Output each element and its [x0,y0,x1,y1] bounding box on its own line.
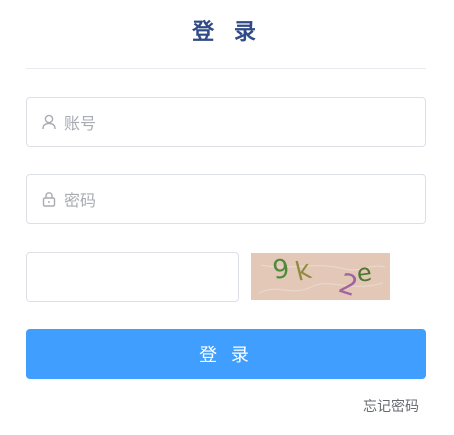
title-divider [26,68,426,69]
password-field[interactable]: 密码 [26,174,426,224]
login-page: 登 录 账号 密码 9 k 2 e 登 录 忘记密码 [0,0,454,435]
svg-text:k: k [292,255,314,288]
login-button[interactable]: 登 录 [26,329,426,379]
captcha-input[interactable] [26,252,239,302]
captcha-image[interactable]: 9 k 2 e [251,253,390,300]
account-placeholder: 账号 [64,114,97,133]
svg-text:9: 9 [271,254,292,286]
account-field[interactable]: 账号 [26,97,426,147]
password-placeholder: 密码 [64,191,97,210]
page-title: 登 录 [192,20,262,45]
svg-text:e: e [355,258,374,288]
lock-icon [40,190,58,208]
forgot-password-link[interactable]: 忘记密码 [363,396,419,416]
user-icon [40,113,58,131]
